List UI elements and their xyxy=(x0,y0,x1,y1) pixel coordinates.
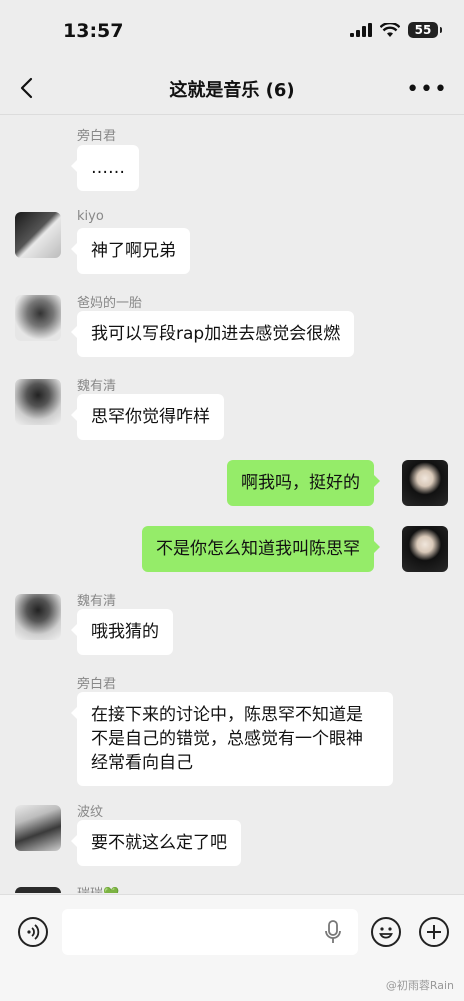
message-bubble[interactable]: 不是你怎么知道我叫陈思罕 xyxy=(142,526,380,572)
message-bubble[interactable]: 啊我吗，挺好的 xyxy=(227,460,380,506)
status-icons: 55 xyxy=(350,22,442,38)
message-bubble[interactable]: 我可以写段rap加进去感觉会很燃 xyxy=(70,311,355,357)
add-button[interactable] xyxy=(419,917,449,947)
signal-icon xyxy=(350,23,372,37)
sender-name: kiyo xyxy=(77,209,104,224)
avatar[interactable] xyxy=(15,887,61,893)
emoji-button[interactable] xyxy=(371,917,401,947)
self-avatar[interactable] xyxy=(402,526,448,572)
message-bubble[interactable]: 思罕你觉得咋样 xyxy=(71,394,224,440)
message-bubble[interactable]: 要不就这么定了吧 xyxy=(71,820,241,866)
message-bubble[interactable]: …… xyxy=(71,145,139,191)
sender-name: 旁白君 xyxy=(77,677,117,692)
sender-name: 旁白君 xyxy=(77,129,117,144)
avatar[interactable] xyxy=(15,212,61,258)
sender-name: 魏有清 xyxy=(77,379,117,394)
avatar[interactable] xyxy=(15,594,61,640)
self-avatar[interactable] xyxy=(402,460,448,506)
input-bar: @初雨蓉Rain xyxy=(0,894,464,1001)
more-options-icon[interactable]: ••• xyxy=(406,77,448,102)
voice-toggle-button[interactable] xyxy=(18,917,48,947)
sender-name: 瑞瑞💚 xyxy=(77,883,119,893)
watermark: @初雨蓉Rain xyxy=(385,979,454,992)
sender-name: 爸妈的一胎 xyxy=(77,296,143,311)
status-bar: 13:57 55 xyxy=(0,0,464,62)
sender-name: 魏有清 xyxy=(77,594,117,609)
chat-header: 这就是音乐 (6) ••• xyxy=(0,62,464,115)
avatar[interactable] xyxy=(15,295,61,341)
chat-title: 这就是音乐 (6) xyxy=(169,80,295,101)
message-bubble[interactable]: 在接下来的讨论中，陈思罕不知道是不是自己的错觉，总感觉有一个眼神经常看向自己 xyxy=(71,692,393,786)
microphone-icon[interactable] xyxy=(324,919,342,945)
message-list[interactable]: 旁白君 …… kiyo 神了啊兄弟 爸妈的一胎 我可以写段rap加进去感觉会很燃… xyxy=(0,115,464,893)
battery-icon: 55 xyxy=(408,22,442,38)
sender-name: 波纹 xyxy=(77,805,104,820)
avatar[interactable] xyxy=(15,805,61,851)
status-time: 13:57 xyxy=(63,20,124,42)
message-bubble[interactable]: 神了啊兄弟 xyxy=(71,228,190,274)
message-bubble[interactable]: 哦我猜的 xyxy=(71,609,173,655)
avatar[interactable] xyxy=(15,379,61,425)
plus-icon xyxy=(427,925,441,939)
wifi-icon xyxy=(380,22,400,37)
message-input[interactable] xyxy=(62,909,358,955)
emoji-icon xyxy=(379,927,393,939)
voice-icon xyxy=(27,924,40,940)
